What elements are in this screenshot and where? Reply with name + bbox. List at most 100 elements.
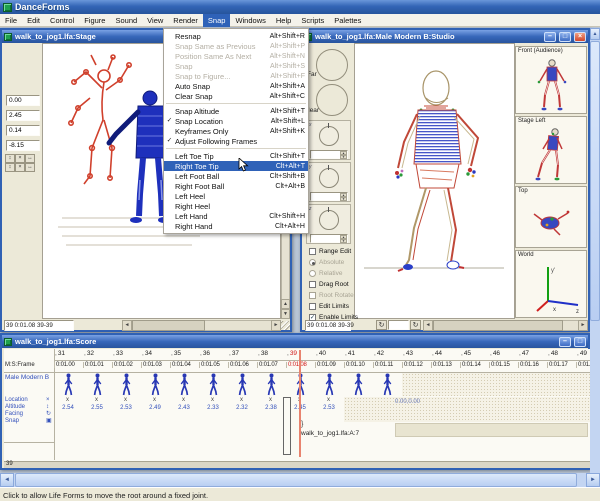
frame-number[interactable]: 39 — [287, 350, 297, 357]
checkbox-checked-icon[interactable]: ✓ — [309, 314, 316, 321]
snap-item-left-hand[interactable]: Left HandClt+Shift+H — [164, 211, 308, 221]
frame-time[interactable]: 0:01.01 — [83, 362, 104, 368]
hscroll-thumb[interactable] — [15, 473, 577, 487]
frame-number[interactable]: 44 — [432, 350, 442, 357]
frame-time[interactable]: 0:01.12 — [402, 362, 423, 368]
dial-value-field[interactable]: ▴▾ — [310, 150, 348, 159]
menu-file[interactable]: File — [0, 14, 22, 27]
camera-far-dial[interactable] — [316, 49, 348, 81]
dial-circle-icon[interactable] — [319, 168, 339, 188]
track-figure-icon[interactable] — [121, 373, 132, 396]
track-figure-icon[interactable] — [179, 373, 190, 396]
frame-number[interactable]: 46 — [490, 350, 500, 357]
clip-label[interactable]: walk_to_jog1.lfa:A:7 — [301, 430, 359, 437]
menu-sound[interactable]: Sound — [110, 14, 142, 27]
frame-number[interactable]: 36 — [200, 350, 210, 357]
snap-item-clear-snap[interactable]: Clear SnapAlt+Shift+C — [164, 91, 308, 101]
track-figure-icon[interactable] — [382, 373, 393, 396]
snap-item-auto-snap[interactable]: Auto SnapAlt+Shift+A — [164, 81, 308, 91]
camera-near-dial[interactable] — [316, 84, 348, 116]
location-keyframe-mark[interactable]: x — [95, 397, 98, 403]
menu-control[interactable]: Control — [45, 14, 79, 27]
frame-number[interactable]: 37 — [229, 350, 239, 357]
score-timeline[interactable]: M:S:Frame Male Modern B 0.00,0.00 } walk… — [4, 349, 590, 468]
frame-field[interactable] — [388, 320, 409, 330]
radio-checked-icon[interactable] — [309, 259, 316, 266]
frame-number[interactable]: 41 — [345, 350, 355, 357]
location-keyframe-mark[interactable]: x — [153, 397, 156, 403]
score-titlebar[interactable]: walk_to_jog1.lfa:Score – □ — [2, 335, 588, 348]
snap-item-right-heel[interactable]: Right Heel — [164, 201, 308, 211]
track-figure-icon[interactable] — [150, 373, 161, 396]
rotation-dial-y[interactable]: y▴▾ — [306, 162, 351, 202]
track-figure-icon[interactable] — [237, 373, 248, 396]
track-figure-icon[interactable] — [353, 373, 364, 396]
snap-item-keyframes-only[interactable]: Keyframes OnlyAlt+Shift+K — [164, 126, 308, 136]
track-figure-icon[interactable] — [266, 373, 277, 396]
close-icon[interactable]: × — [574, 32, 586, 42]
location-keyframe-mark[interactable]: x — [66, 397, 69, 403]
dial-circle-icon[interactable] — [319, 210, 339, 230]
delete-icon[interactable]: × — [15, 154, 25, 163]
resize-grip[interactable] — [281, 321, 290, 330]
spin-down-icon[interactable]: ▾ — [340, 239, 347, 243]
track-figure-icon[interactable] — [92, 373, 103, 396]
studio-hscroll-thumb[interactable] — [433, 320, 563, 331]
frame-number[interactable]: 35 — [171, 350, 181, 357]
app-vertical-scrollbar[interactable]: ▲ — [590, 28, 600, 473]
scroll-left-icon[interactable]: ◄ — [0, 473, 14, 487]
spin-down-icon[interactable]: ▾ — [340, 197, 347, 201]
radio-unchecked-icon[interactable] — [309, 270, 316, 277]
snap-item-right-hand[interactable]: Right HandClt+Alt+H — [164, 221, 308, 231]
option-edit-limits[interactable]: Edit Limits — [309, 302, 349, 311]
refresh-view-icon[interactable]: ↻ — [410, 320, 421, 330]
view-world[interactable]: World y' x z — [515, 250, 587, 318]
frame-number[interactable]: 42 — [374, 350, 384, 357]
frame-time[interactable]: 0:01.10 — [344, 362, 365, 368]
altitude-value[interactable]: 2.53 — [114, 405, 138, 412]
frame-time[interactable]: 0:01.05 — [199, 362, 220, 368]
minimize-icon[interactable]: – — [544, 32, 556, 42]
menu-figure[interactable]: Figure — [79, 14, 110, 27]
menu-render[interactable]: Render — [168, 14, 203, 27]
clear-icon[interactable]: × — [15, 163, 25, 172]
scroll-right-icon[interactable]: ► — [271, 320, 281, 331]
option-range-edit[interactable]: Range Edit — [309, 247, 351, 256]
dial-value-field[interactable]: ▴▾ — [310, 192, 348, 201]
scroll-left-icon[interactable]: ◄ — [423, 320, 433, 331]
frame-time[interactable]: 0:01.13 — [431, 362, 452, 368]
blue-figure[interactable] — [109, 91, 170, 223]
location-keyframe-mark[interactable]: x — [182, 397, 185, 403]
option-drag-root[interactable]: Drag Root — [309, 280, 349, 289]
menu-help[interactable]: Help — [271, 14, 296, 27]
altitude-value[interactable]: 2.54 — [56, 405, 80, 412]
snap-item-left-foot-ball[interactable]: Left Foot BallClt+Shift+B — [164, 171, 308, 181]
frame-time[interactable]: 0:01.16 — [518, 362, 539, 368]
location-keyframe-mark[interactable]: x — [327, 397, 330, 403]
frame-time[interactable]: 0:01.07 — [257, 362, 278, 368]
stage-hscroll-thumb[interactable] — [132, 320, 205, 331]
move-vertical-icon[interactable]: ↕ — [5, 154, 15, 163]
rotation-dial-z[interactable]: z▴▾ — [306, 204, 351, 244]
altitude-value[interactable]: 2.33 — [201, 405, 225, 412]
snap-item-resnap[interactable]: ResnapAlt+Shift+R — [164, 31, 308, 41]
location-keyframe-mark[interactable]: x — [240, 397, 243, 403]
maximize-icon[interactable]: □ — [559, 32, 571, 42]
vscroll-thumb[interactable] — [590, 41, 600, 321]
location-keyframe-mark[interactable]: x — [211, 397, 214, 403]
frame-time[interactable]: 0:01.14 — [460, 362, 481, 368]
frame-time[interactable]: 0:01.15 — [489, 362, 510, 368]
frame-number[interactable]: 31 — [55, 350, 65, 357]
minimize-icon[interactable]: – — [559, 337, 571, 347]
altitude-value[interactable]: 2.38 — [259, 405, 283, 412]
stage-field-0[interactable]: 0.00 — [6, 95, 40, 106]
menu-snap[interactable]: Snap — [203, 14, 231, 27]
snap-item-snap-location[interactable]: ✓Snap LocationAlt+Shift+L — [164, 116, 308, 126]
snap-item-right-foot-ball[interactable]: Right Foot BallClt+Alt+B — [164, 181, 308, 191]
studio-horizontal-scrollbar[interactable]: ◄ ► — [423, 320, 588, 331]
checkbox-unchecked-icon[interactable] — [309, 248, 316, 255]
checkbox-unchecked-icon[interactable] — [309, 281, 316, 288]
track-figure-icon[interactable] — [208, 373, 219, 396]
rotation-dial-x[interactable]: x▴▾ — [306, 120, 351, 160]
view-top[interactable]: Top — [515, 186, 587, 248]
